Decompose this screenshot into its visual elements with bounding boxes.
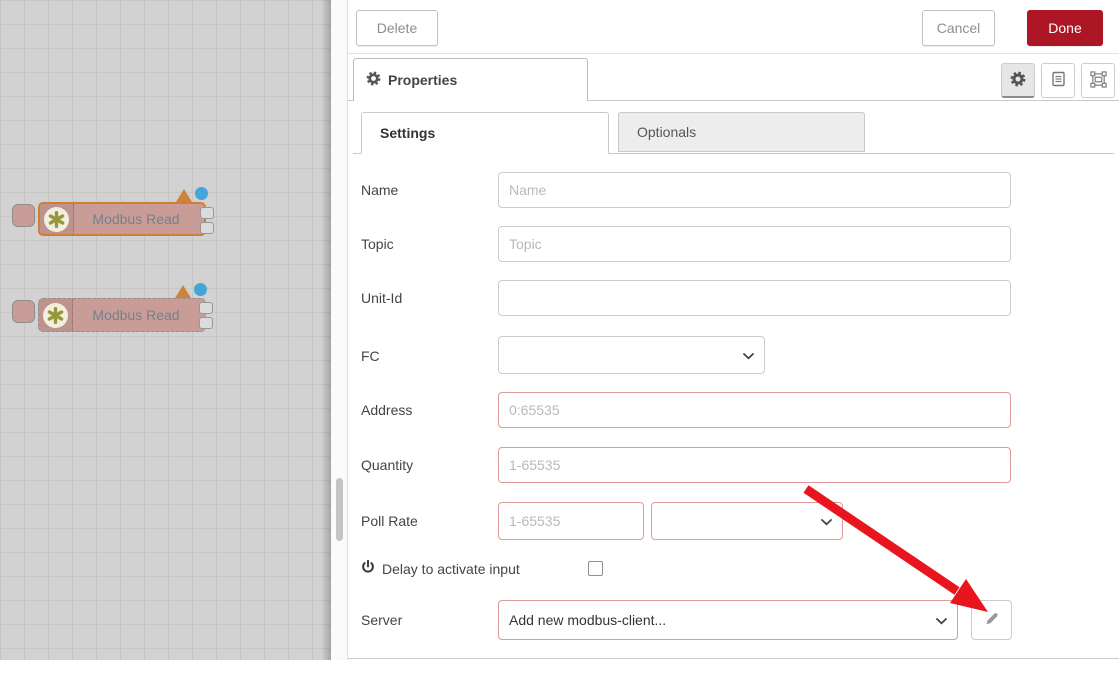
topic-label: Topic: [361, 236, 491, 252]
edit-server-button[interactable]: [971, 600, 1012, 640]
gear-icon: [366, 71, 381, 89]
address-input[interactable]: [498, 392, 1011, 428]
canvas-edge-shadow: [321, 0, 331, 660]
fc-label: FC: [361, 348, 491, 364]
appearance-view-button[interactable]: [1081, 63, 1115, 98]
node-label: Modbus Read: [74, 204, 204, 234]
modbus-asterisk-icon: [43, 303, 68, 328]
delay-row: Delay to activate input: [361, 560, 520, 577]
node-input-port[interactable]: [12, 204, 35, 227]
tab-settings[interactable]: Settings: [361, 112, 609, 154]
node-output-port-2[interactable]: [199, 317, 213, 329]
poll-rate-unit-select[interactable]: [651, 502, 843, 540]
tab-optionals-label: Optionals: [637, 124, 696, 140]
chevron-down-icon: [936, 612, 947, 628]
address-label: Address: [361, 402, 491, 418]
properties-view-button[interactable]: [1001, 63, 1035, 98]
done-button[interactable]: Done: [1027, 10, 1103, 46]
flow-canvas[interactable]: Modbus Read Modbus Read: [0, 0, 331, 660]
document-icon: [1051, 71, 1066, 90]
modbus-asterisk-icon: [44, 207, 69, 232]
delay-checkbox[interactable]: [588, 561, 603, 576]
scrollbar-track[interactable]: [331, 0, 347, 660]
delay-label: Delay to activate input: [382, 561, 520, 577]
tab-properties[interactable]: Properties: [353, 58, 588, 101]
node-icon-area: [40, 204, 74, 234]
form-bottom-divider: [348, 658, 1119, 659]
node-modbus-read-1[interactable]: Modbus Read: [38, 202, 206, 236]
node-output-port-1[interactable]: [200, 207, 214, 219]
appearance-icon: [1090, 71, 1107, 91]
node-modbus-read-2[interactable]: Modbus Read: [38, 298, 206, 332]
node-label: Modbus Read: [73, 299, 205, 331]
node-output-port-1[interactable]: [199, 302, 213, 314]
unit-id-label: Unit-Id: [361, 290, 491, 306]
edit-tray: Delete Cancel Done Properties: [347, 0, 1119, 660]
node-output-port-2[interactable]: [200, 222, 214, 234]
topic-input[interactable]: [498, 226, 1011, 262]
quantity-input[interactable]: [498, 447, 1011, 483]
name-input[interactable]: [498, 172, 1011, 208]
node-changed-dot-icon: [194, 283, 207, 296]
poll-rate-label: Poll Rate: [361, 513, 491, 529]
node-error-triangle-icon: [175, 285, 191, 298]
tab-settings-label: Settings: [380, 125, 435, 141]
scrollbar-thumb[interactable]: [336, 478, 343, 541]
power-icon: [361, 560, 375, 577]
node-error-triangle-icon: [176, 189, 192, 202]
node-icon-area: [39, 299, 73, 331]
server-select-value: Add new modbus-client...: [509, 612, 666, 628]
tab-properties-label: Properties: [388, 72, 457, 88]
node-changed-dot-icon: [195, 187, 208, 200]
gear-icon: [1010, 71, 1026, 90]
cancel-button[interactable]: Cancel: [922, 10, 995, 46]
delete-button[interactable]: Delete: [356, 10, 438, 46]
tab-optionals[interactable]: Optionals: [618, 112, 865, 152]
pencil-icon: [984, 611, 999, 629]
poll-rate-input[interactable]: [498, 502, 644, 540]
server-select[interactable]: Add new modbus-client...: [498, 600, 958, 640]
description-view-button[interactable]: [1041, 63, 1075, 98]
fc-select[interactable]: [498, 336, 765, 374]
chevron-down-icon: [821, 513, 832, 529]
node-input-port[interactable]: [12, 300, 35, 323]
header-divider: [348, 53, 1119, 54]
quantity-label: Quantity: [361, 457, 491, 473]
server-label: Server: [361, 612, 491, 628]
unit-id-input[interactable]: [498, 280, 1011, 316]
chevron-down-icon: [743, 347, 754, 363]
name-label: Name: [361, 182, 491, 198]
